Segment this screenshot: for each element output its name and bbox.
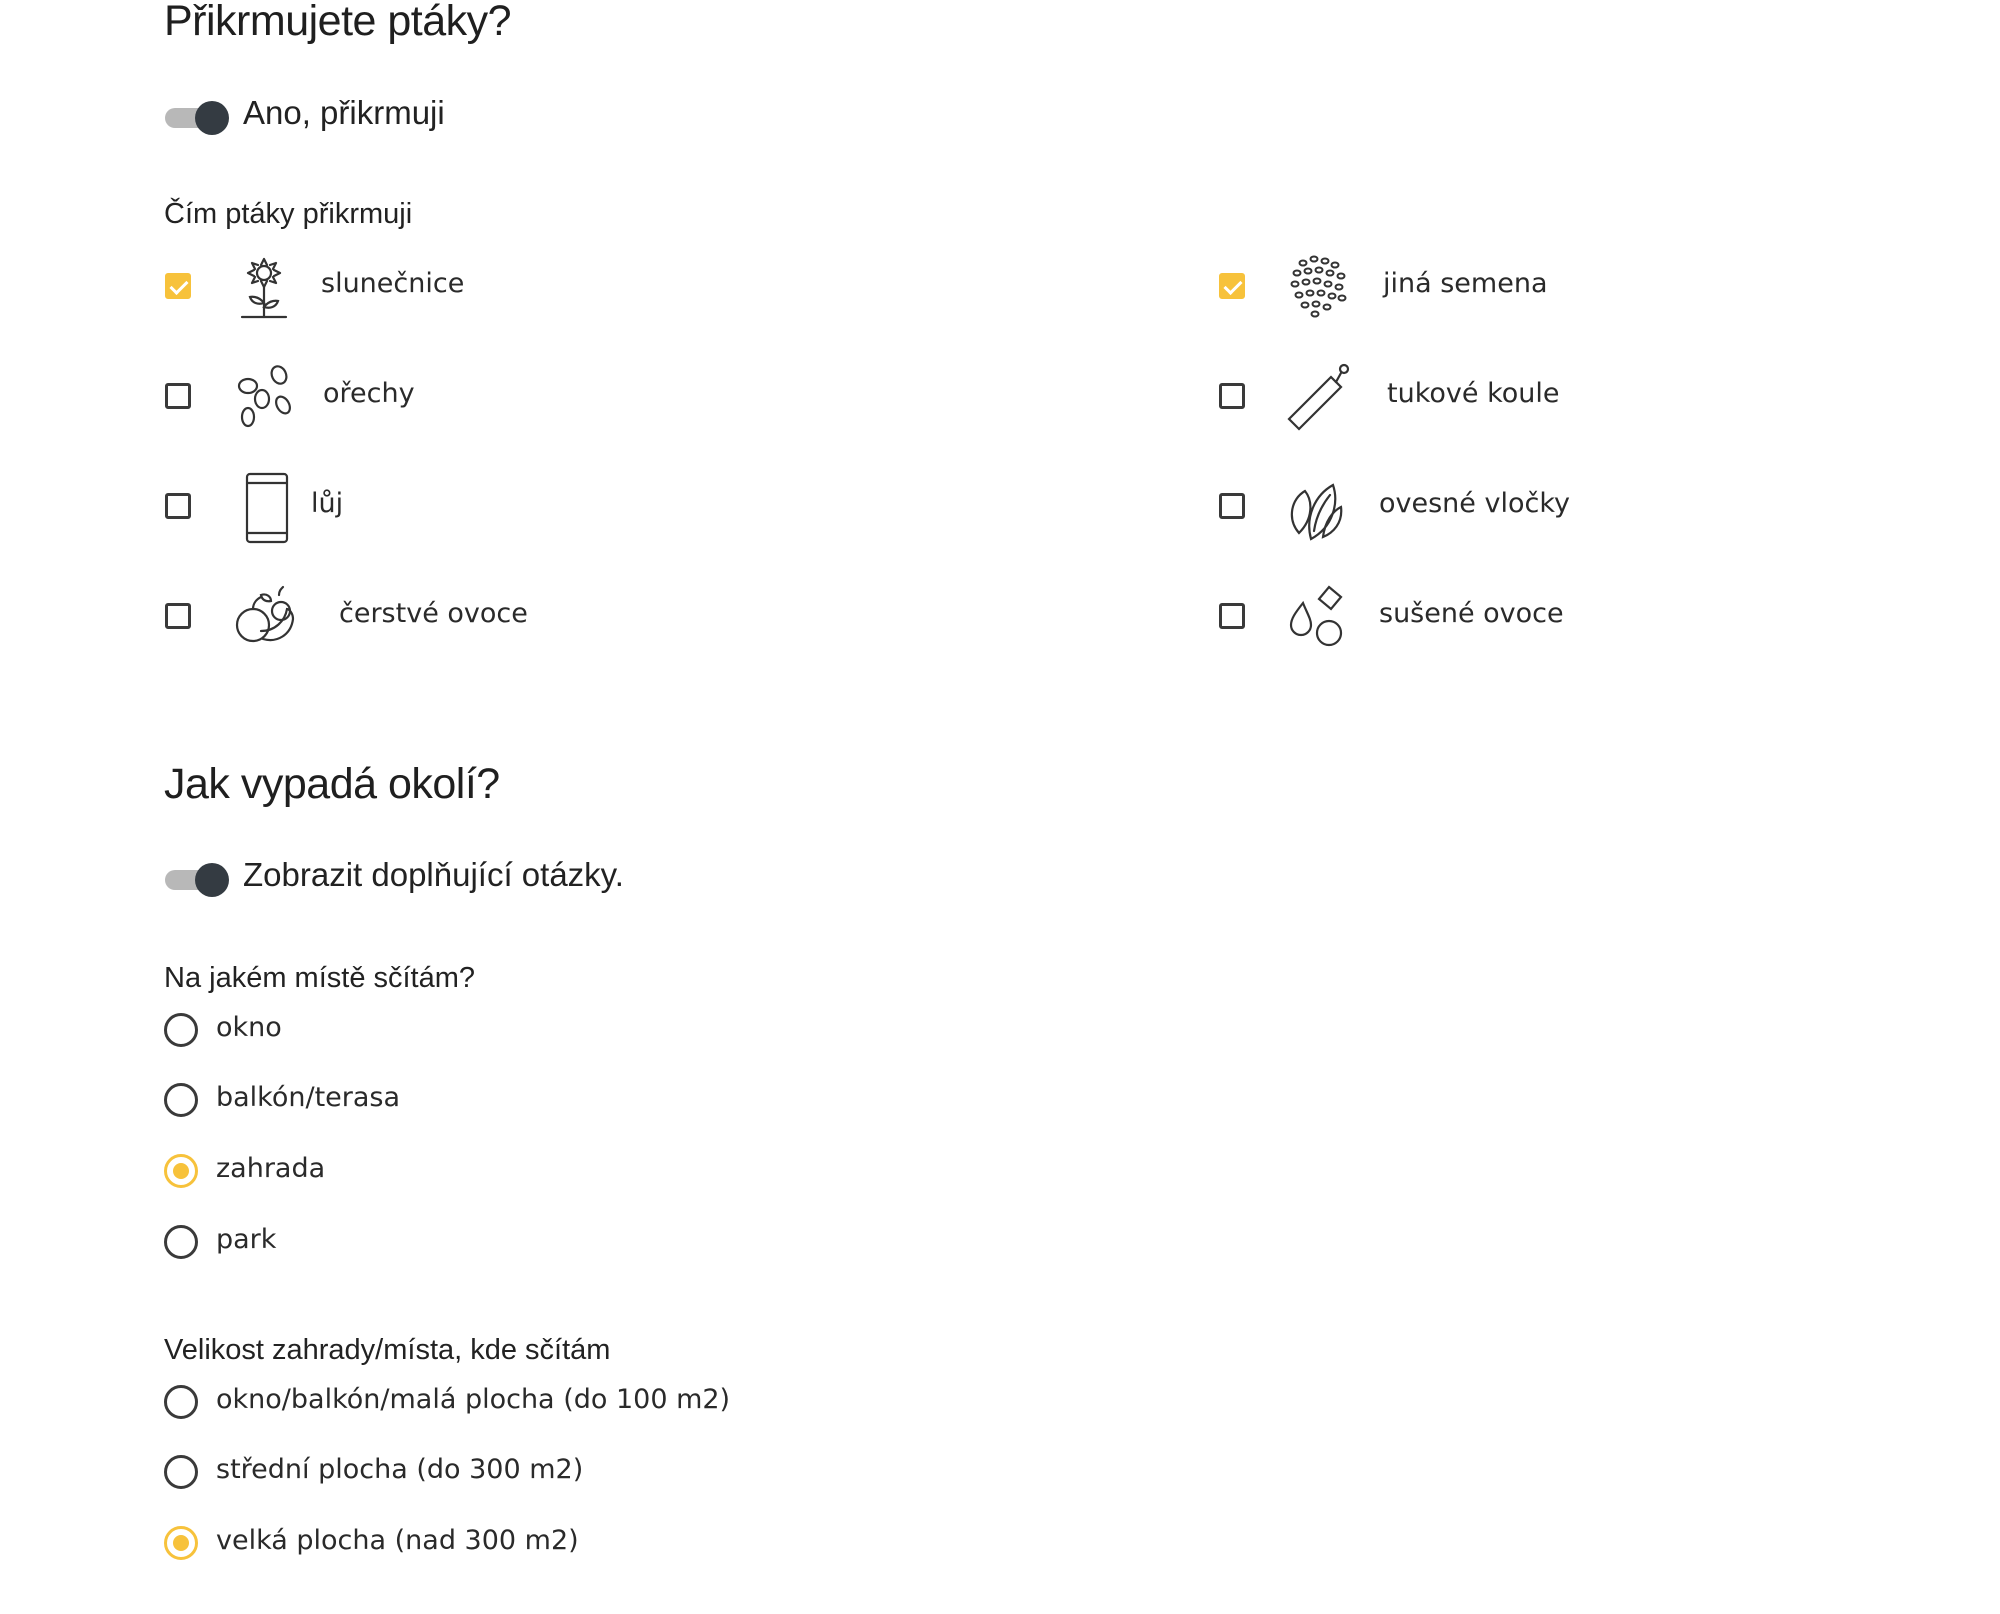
place-option-zahrada[interactable]: zahrada: [164, 1149, 1064, 1193]
fat-ball-icon: [1281, 361, 1355, 435]
radio-button[interactable]: [164, 1154, 198, 1188]
checkbox[interactable]: [165, 493, 191, 519]
radio-button[interactable]: [164, 1526, 198, 1560]
checkbox[interactable]: [165, 603, 191, 629]
surroundings-toggle[interactable]: [165, 860, 229, 900]
checkbox[interactable]: [165, 383, 191, 409]
size-question-label: Velikost zahrady/místa, kde sčítám: [164, 1334, 611, 1366]
place-option-okno[interactable]: okno: [164, 1008, 1064, 1052]
feed-option-jina-semena[interactable]: jiná semena: [1219, 246, 1919, 336]
radio-label[interactable]: okno/balkón/malá plocha (do 100 m2): [216, 1384, 730, 1415]
radio-button[interactable]: [164, 1083, 198, 1117]
size-option-medium[interactable]: střední plocha (do 300 m2): [164, 1450, 1064, 1494]
checkbox[interactable]: [165, 273, 191, 299]
seeds-icon: [1281, 251, 1355, 325]
fresh-fruit-icon: [227, 581, 301, 655]
surroundings-toggle-label[interactable]: Zobrazit doplňující otázky.: [243, 856, 624, 894]
feed-option-ovesne-vlocky[interactable]: ovesné vločky: [1219, 466, 1919, 556]
radio-label[interactable]: balkón/terasa: [216, 1082, 400, 1113]
feed-option-label[interactable]: jiná semena: [1383, 268, 1548, 299]
feed-option-slunecnice[interactable]: slunečnice: [165, 246, 865, 336]
feed-option-label[interactable]: tukové koule: [1387, 378, 1559, 409]
radio-label[interactable]: střední plocha (do 300 m2): [216, 1454, 583, 1485]
checkbox[interactable]: [1219, 273, 1245, 299]
feed-option-label[interactable]: čerstvé ovoce: [339, 598, 528, 629]
feed-option-cerstve-ovoce[interactable]: čerstvé ovoce: [165, 576, 865, 666]
place-option-park[interactable]: park: [164, 1220, 1064, 1264]
toggle-knob: [195, 101, 229, 135]
radio-button[interactable]: [164, 1385, 198, 1419]
sunflower-icon: [227, 251, 301, 325]
radio-label[interactable]: velká plocha (nad 300 m2): [216, 1525, 579, 1556]
nuts-icon: [227, 361, 301, 435]
feed-option-label[interactable]: sušené ovoce: [1379, 598, 1564, 629]
feed-option-label[interactable]: ořechy: [323, 378, 415, 409]
toggle-knob: [195, 863, 229, 897]
feeding-question-label: Čím ptáky přikrmuji: [164, 198, 413, 230]
feed-option-label[interactable]: ovesné vločky: [1379, 488, 1570, 519]
radio-button[interactable]: [164, 1455, 198, 1489]
suet-icon: [227, 471, 301, 545]
surroundings-section-title: Jak vypadá okolí?: [164, 760, 500, 808]
checkbox[interactable]: [1219, 603, 1245, 629]
radio-label[interactable]: okno: [216, 1012, 282, 1043]
feeding-toggle-label[interactable]: Ano, přikrmuji: [243, 94, 445, 132]
place-option-balkon-terasa[interactable]: balkón/terasa: [164, 1078, 1064, 1122]
size-option-small[interactable]: okno/balkón/malá plocha (do 100 m2): [164, 1380, 1064, 1424]
dried-fruit-icon: [1281, 581, 1355, 655]
feed-option-luj[interactable]: lůj: [165, 466, 865, 556]
feed-option-tukove-koule[interactable]: tukové koule: [1219, 356, 1919, 446]
oat-flakes-icon: [1281, 471, 1355, 545]
radio-label[interactable]: park: [216, 1224, 276, 1255]
feed-option-label[interactable]: slunečnice: [321, 268, 464, 299]
checkbox[interactable]: [1219, 493, 1245, 519]
feed-option-susene-ovoce[interactable]: sušené ovoce: [1219, 576, 1919, 666]
size-option-large[interactable]: velká plocha (nad 300 m2): [164, 1521, 1064, 1565]
checkbox[interactable]: [1219, 383, 1245, 409]
feed-option-orechy[interactable]: ořechy: [165, 356, 865, 446]
radio-button[interactable]: [164, 1013, 198, 1047]
feeding-section-title: Přikrmujete ptáky?: [164, 0, 512, 45]
radio-label[interactable]: zahrada: [216, 1153, 325, 1184]
feeding-toggle[interactable]: [165, 98, 229, 138]
feed-option-label[interactable]: lůj: [311, 488, 343, 519]
place-question-label: Na jakém místě sčítám?: [164, 962, 476, 994]
radio-button[interactable]: [164, 1225, 198, 1259]
